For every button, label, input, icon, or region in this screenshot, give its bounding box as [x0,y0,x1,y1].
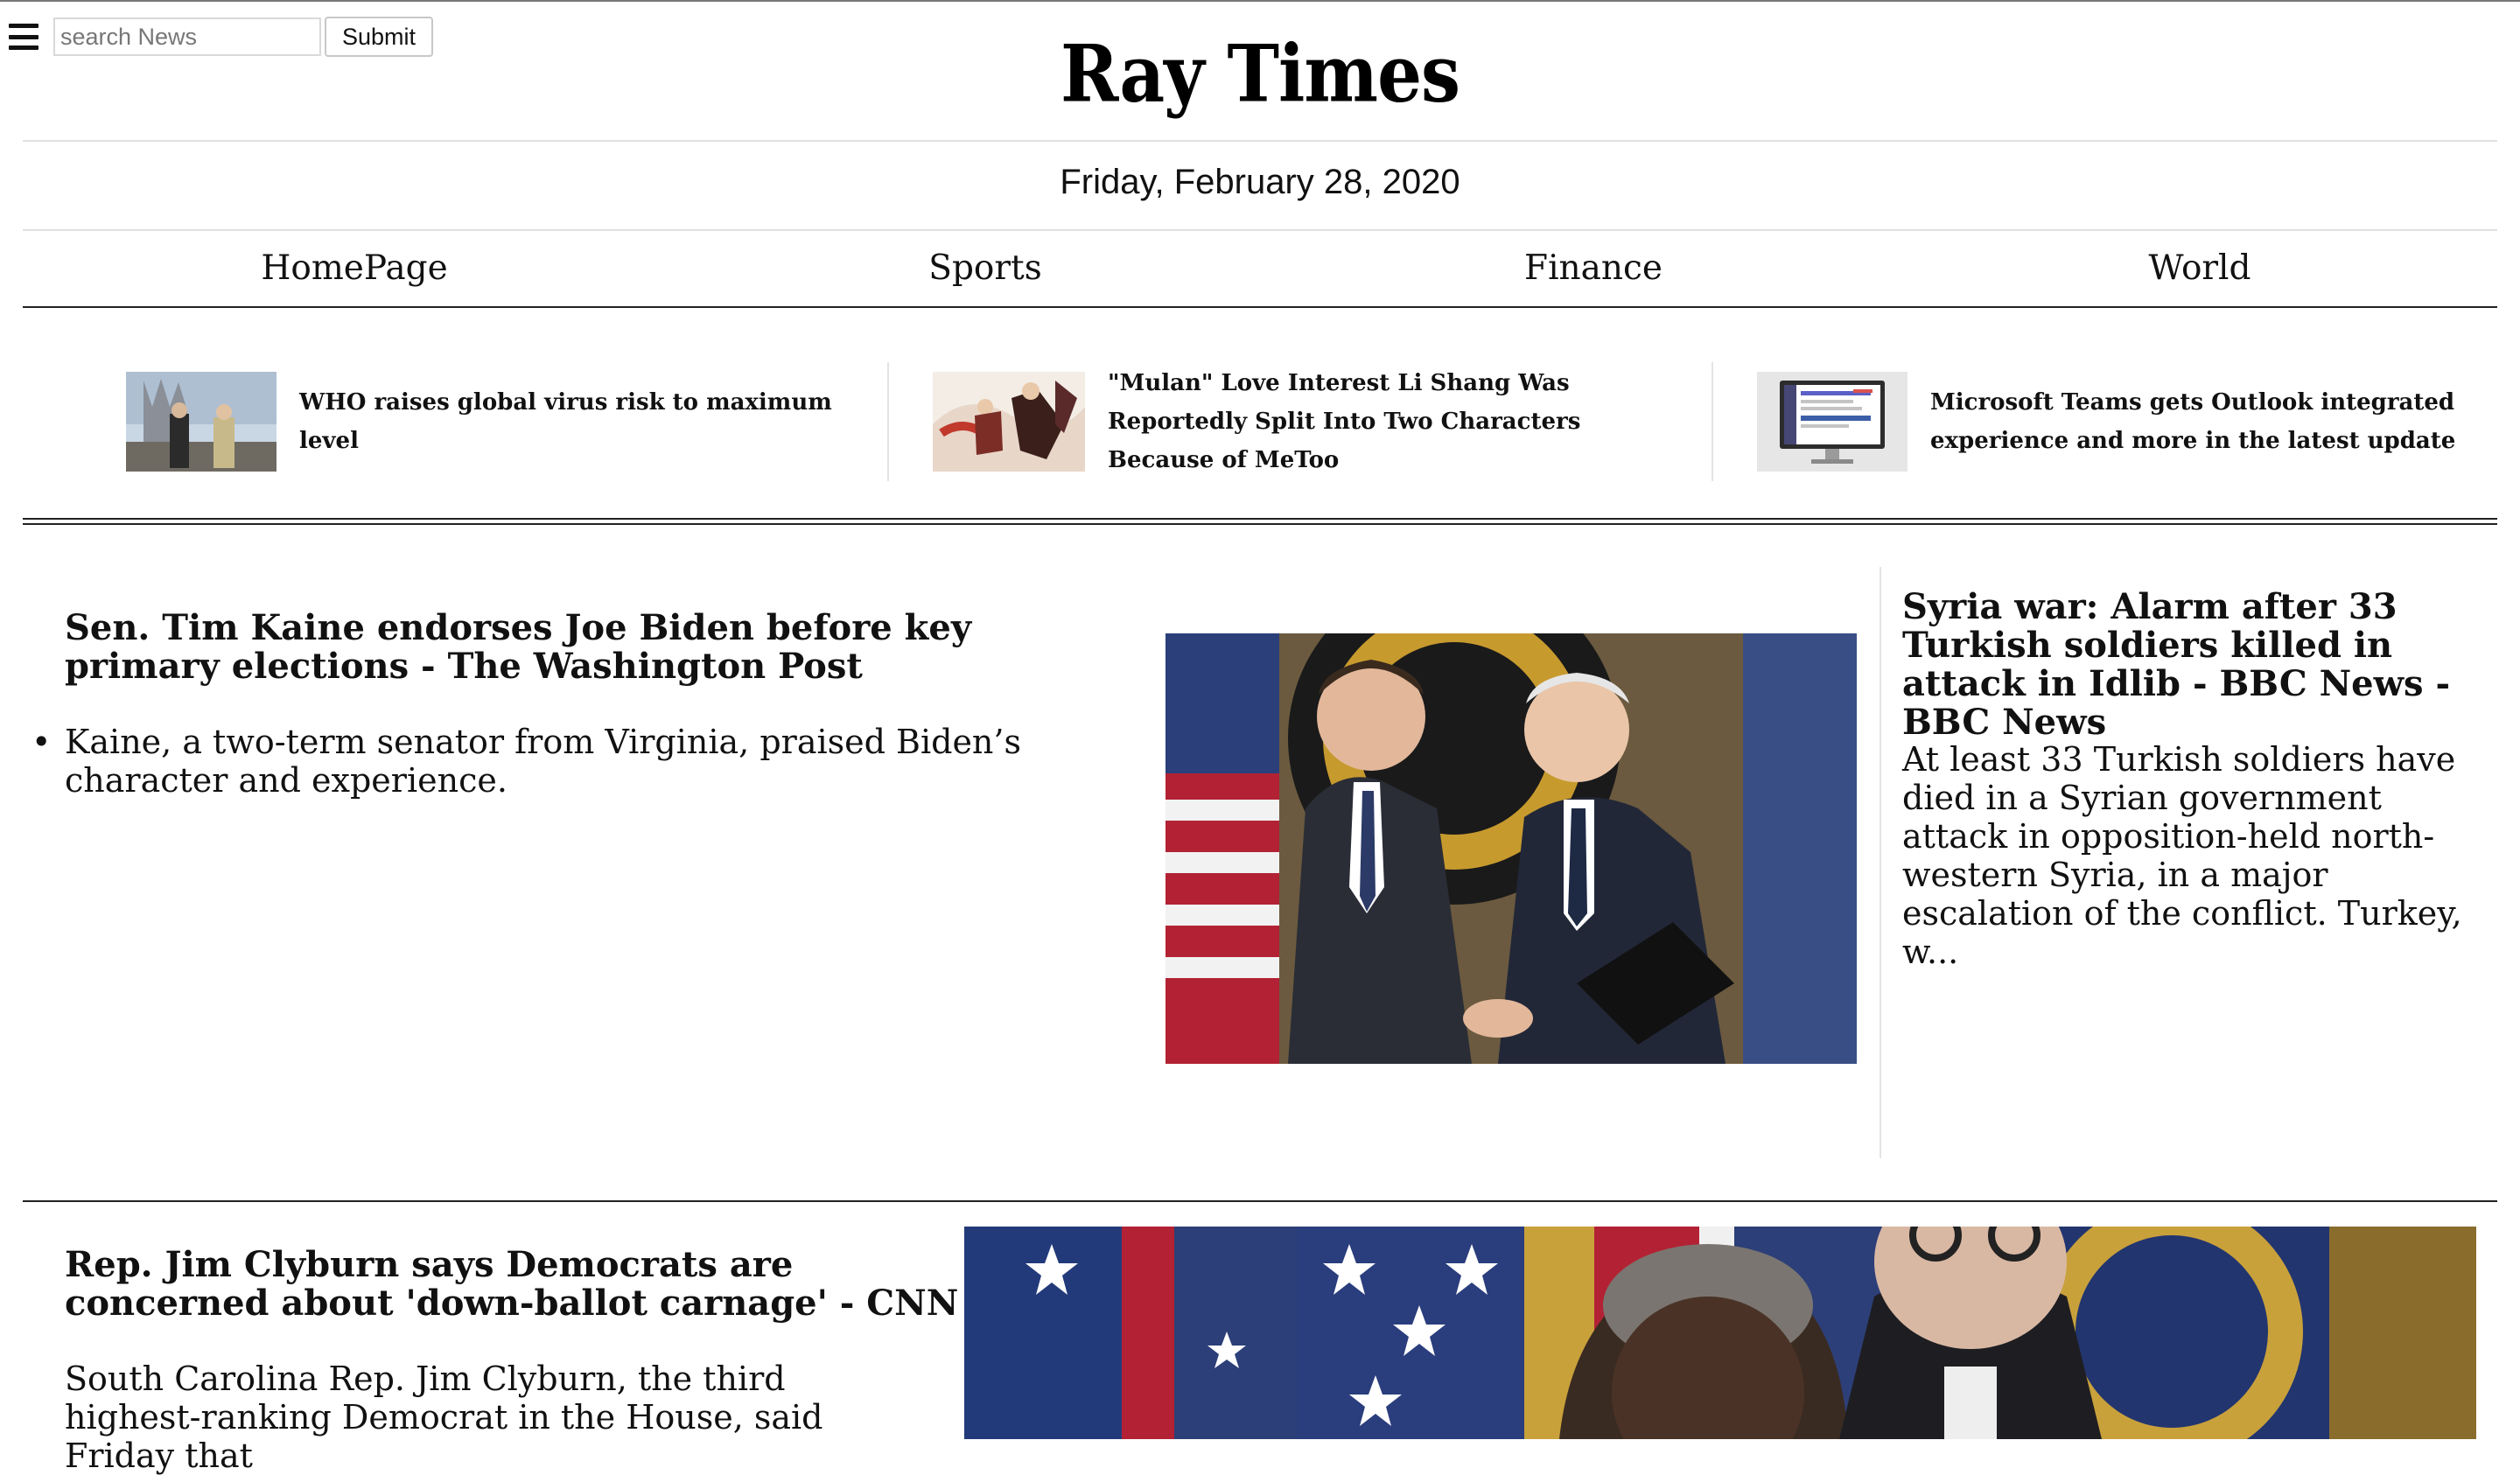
bullet-icon: • [32,723,52,761]
strip-divider [1712,362,1713,481]
top-story-headline[interactable]: "Mulan" Love Interest Li Shang Was Repor… [1108,364,1685,479]
animated-characters-thumbnail [933,372,1085,472]
nav-world[interactable]: World [2149,248,2251,288]
strip-divider-top [23,518,2497,520]
top-story-headline[interactable]: Microsoft Teams gets Outlook integrated … [1930,383,2483,460]
nav-homepage[interactable]: HomePage [261,248,447,288]
second-story-headline[interactable]: Rep. Jim Clyburn says Democrats are conc… [65,1246,966,1323]
site-logo[interactable]: Ray Times [1060,24,1460,122]
nav-divider [23,306,2497,308]
lead-story-headline[interactable]: Sen. Tim Kaine endorses Joe Biden before… [65,609,1115,686]
masthead: Ray Times [0,27,2520,119]
top-story-headline[interactable]: WHO raises global virus risk to maximum … [299,383,861,460]
masthead-divider [23,140,2497,142]
nav-finance[interactable]: Finance [1524,248,1662,288]
column-divider [1880,567,1881,1158]
side-story-headline[interactable]: Syria war: Alarm after 33 Turkish soldie… [1902,588,2497,742]
date-line: Friday, February 28, 2020 [1060,163,1460,201]
street-scene-thumbnail [126,372,276,472]
press-conference-photo[interactable] [964,1227,2476,1439]
top-story-1[interactable]: WHO raises global virus risk to maximum … [126,371,861,472]
lead-story-bullet: • Kaine, a two-term senator from Virgini… [32,723,1115,800]
section-divider [23,1200,2497,1202]
handshake-photo[interactable] [1166,633,1857,1064]
strip-divider-bottom [23,523,2497,525]
computer-monitor-thumbnail [1757,372,1908,472]
top-story-3[interactable]: Microsoft Teams gets Outlook integrated … [1757,371,2483,472]
lead-story-bullet-text: Kaine, a two-term senator from Virginia,… [65,723,1021,800]
strip-divider [887,362,889,481]
date-divider [23,229,2497,231]
side-story-summary: At least 33 Turkish soldiers have died i… [1902,740,2462,971]
top-story-2[interactable]: "Mulan" Love Interest Li Shang Was Repor… [933,370,1685,473]
nav-sports[interactable]: Sports [928,248,1042,288]
second-story-summary: South Carolina Rep. Jim Clyburn, the thi… [65,1360,823,1475]
